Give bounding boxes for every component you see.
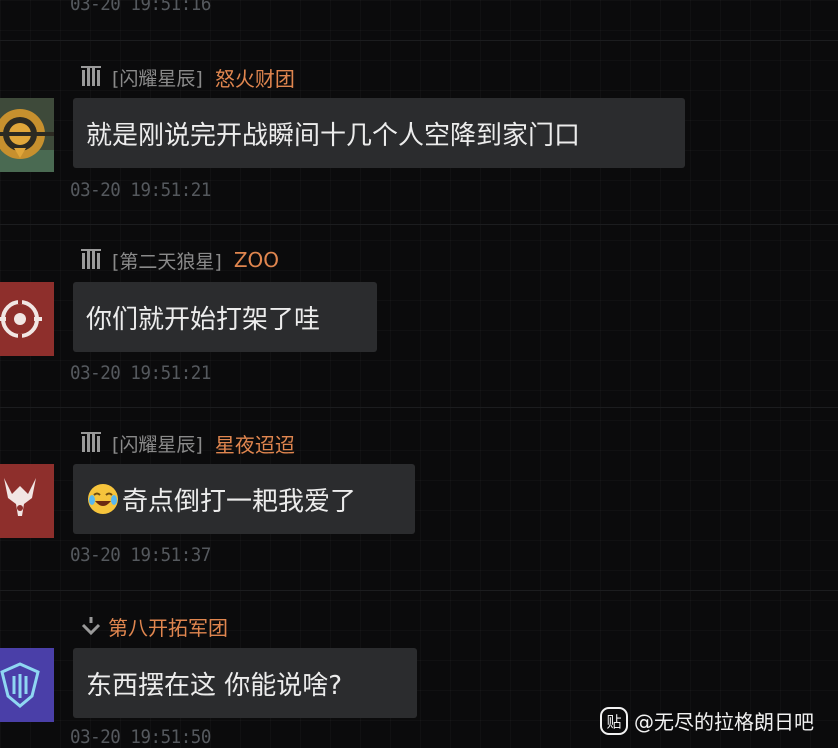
- message-header: [第二天狼星] ZOO: [80, 247, 279, 273]
- message-timestamp: 03-20 19:51:21: [70, 179, 211, 201]
- username[interactable]: 怒火财团: [215, 63, 295, 92]
- username[interactable]: ZOO: [234, 248, 279, 272]
- red-target-emblem-icon: [0, 282, 54, 356]
- guild-tag: [第二天狼星]: [112, 250, 222, 273]
- message-timestamp: 03-20 19:51:37: [70, 544, 211, 566]
- avatar[interactable]: [0, 648, 54, 722]
- message-bubble: 就是刚说完开战瞬间十几个人空降到家门口: [73, 98, 685, 168]
- message-timestamp: 03-20 19:51:50: [70, 726, 211, 748]
- message-timestamp: 03-20 19:51:21: [70, 362, 211, 384]
- message-divider: [0, 40, 838, 41]
- purple-shield-emblem-icon: [0, 648, 54, 722]
- guild-tag: [闪耀星辰]: [112, 67, 203, 90]
- rank-bars-icon: [81, 249, 101, 269]
- laughing-crying-emoji: [88, 484, 118, 514]
- message-bubble: 东西摆在这 你能说啥?: [73, 648, 417, 718]
- avatar[interactable]: [0, 98, 54, 172]
- tieba-logo-icon: 贴: [600, 706, 628, 735]
- guild-tag: [闪耀星辰]: [112, 433, 203, 456]
- watermark-logo-text: 贴: [606, 713, 621, 731]
- message-text: 你们就开始打架了哇: [86, 304, 321, 335]
- message-divider: [0, 590, 838, 591]
- message-bubble: 你们就开始打架了哇: [73, 282, 377, 352]
- watermark: 贴 @无尽的拉格朗日吧: [600, 706, 814, 735]
- rank-bars-icon: [81, 432, 101, 452]
- golden-emblem-icon: [0, 98, 54, 172]
- rank-bars-icon: [81, 66, 101, 86]
- avatar[interactable]: [0, 464, 54, 538]
- message-header: [闪耀星辰] 怒火财团: [80, 63, 295, 92]
- message-bubble: 奇点倒打一耙我爱了: [73, 464, 415, 534]
- username[interactable]: 星夜迢迢: [215, 429, 295, 458]
- red-horned-emblem-icon: [0, 464, 54, 538]
- message-divider: [0, 224, 838, 225]
- chevron-down-rank-icon: [81, 617, 101, 636]
- message-header: [闪耀星辰] 星夜迢迢: [80, 429, 295, 458]
- message-text: 东西摆在这 你能说啥?: [86, 670, 343, 701]
- message-header: 第八开拓军团: [80, 612, 228, 641]
- watermark-text: @无尽的拉格朗日吧: [634, 710, 814, 734]
- message-text: 奇点倒打一耙我爱了: [122, 486, 357, 517]
- message-timestamp: 03-20 19:51:16: [70, 0, 211, 15]
- avatar[interactable]: [0, 282, 54, 356]
- message-divider: [0, 407, 838, 408]
- message-text: 就是刚说完开战瞬间十几个人空降到家门口: [86, 120, 581, 151]
- username[interactable]: 第八开拓军团: [108, 612, 228, 641]
